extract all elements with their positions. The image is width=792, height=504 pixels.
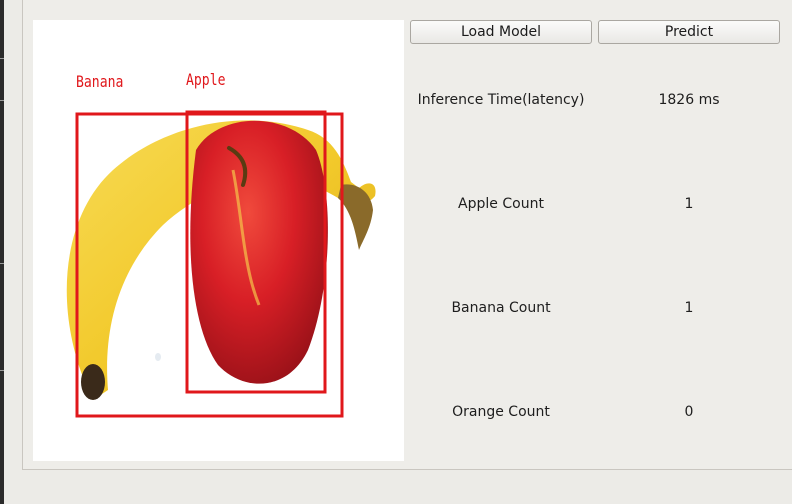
apple-detection-label: Apple	[186, 70, 226, 89]
banana-detection-label: Banana	[76, 72, 124, 91]
apple-count-label: Apple Count	[458, 196, 544, 212]
apple-shape	[190, 120, 328, 384]
banana-count-value: 1	[684, 300, 694, 316]
inference-time-label: Inference Time(latency)	[417, 92, 585, 108]
window-left-edge	[0, 0, 4, 504]
orange-count-value: 0	[684, 404, 694, 420]
banana-tip	[81, 364, 105, 400]
detection-image: Banana Apple	[33, 20, 404, 461]
load-model-button[interactable]: Load Model	[410, 20, 592, 44]
orange-count-label: Orange Count	[452, 404, 550, 420]
inference-time-value: 1826 ms	[658, 92, 720, 108]
banana-count-label: Banana Count	[451, 300, 551, 316]
predict-button[interactable]: Predict	[598, 20, 780, 44]
apple-count-value: 1	[684, 196, 694, 212]
